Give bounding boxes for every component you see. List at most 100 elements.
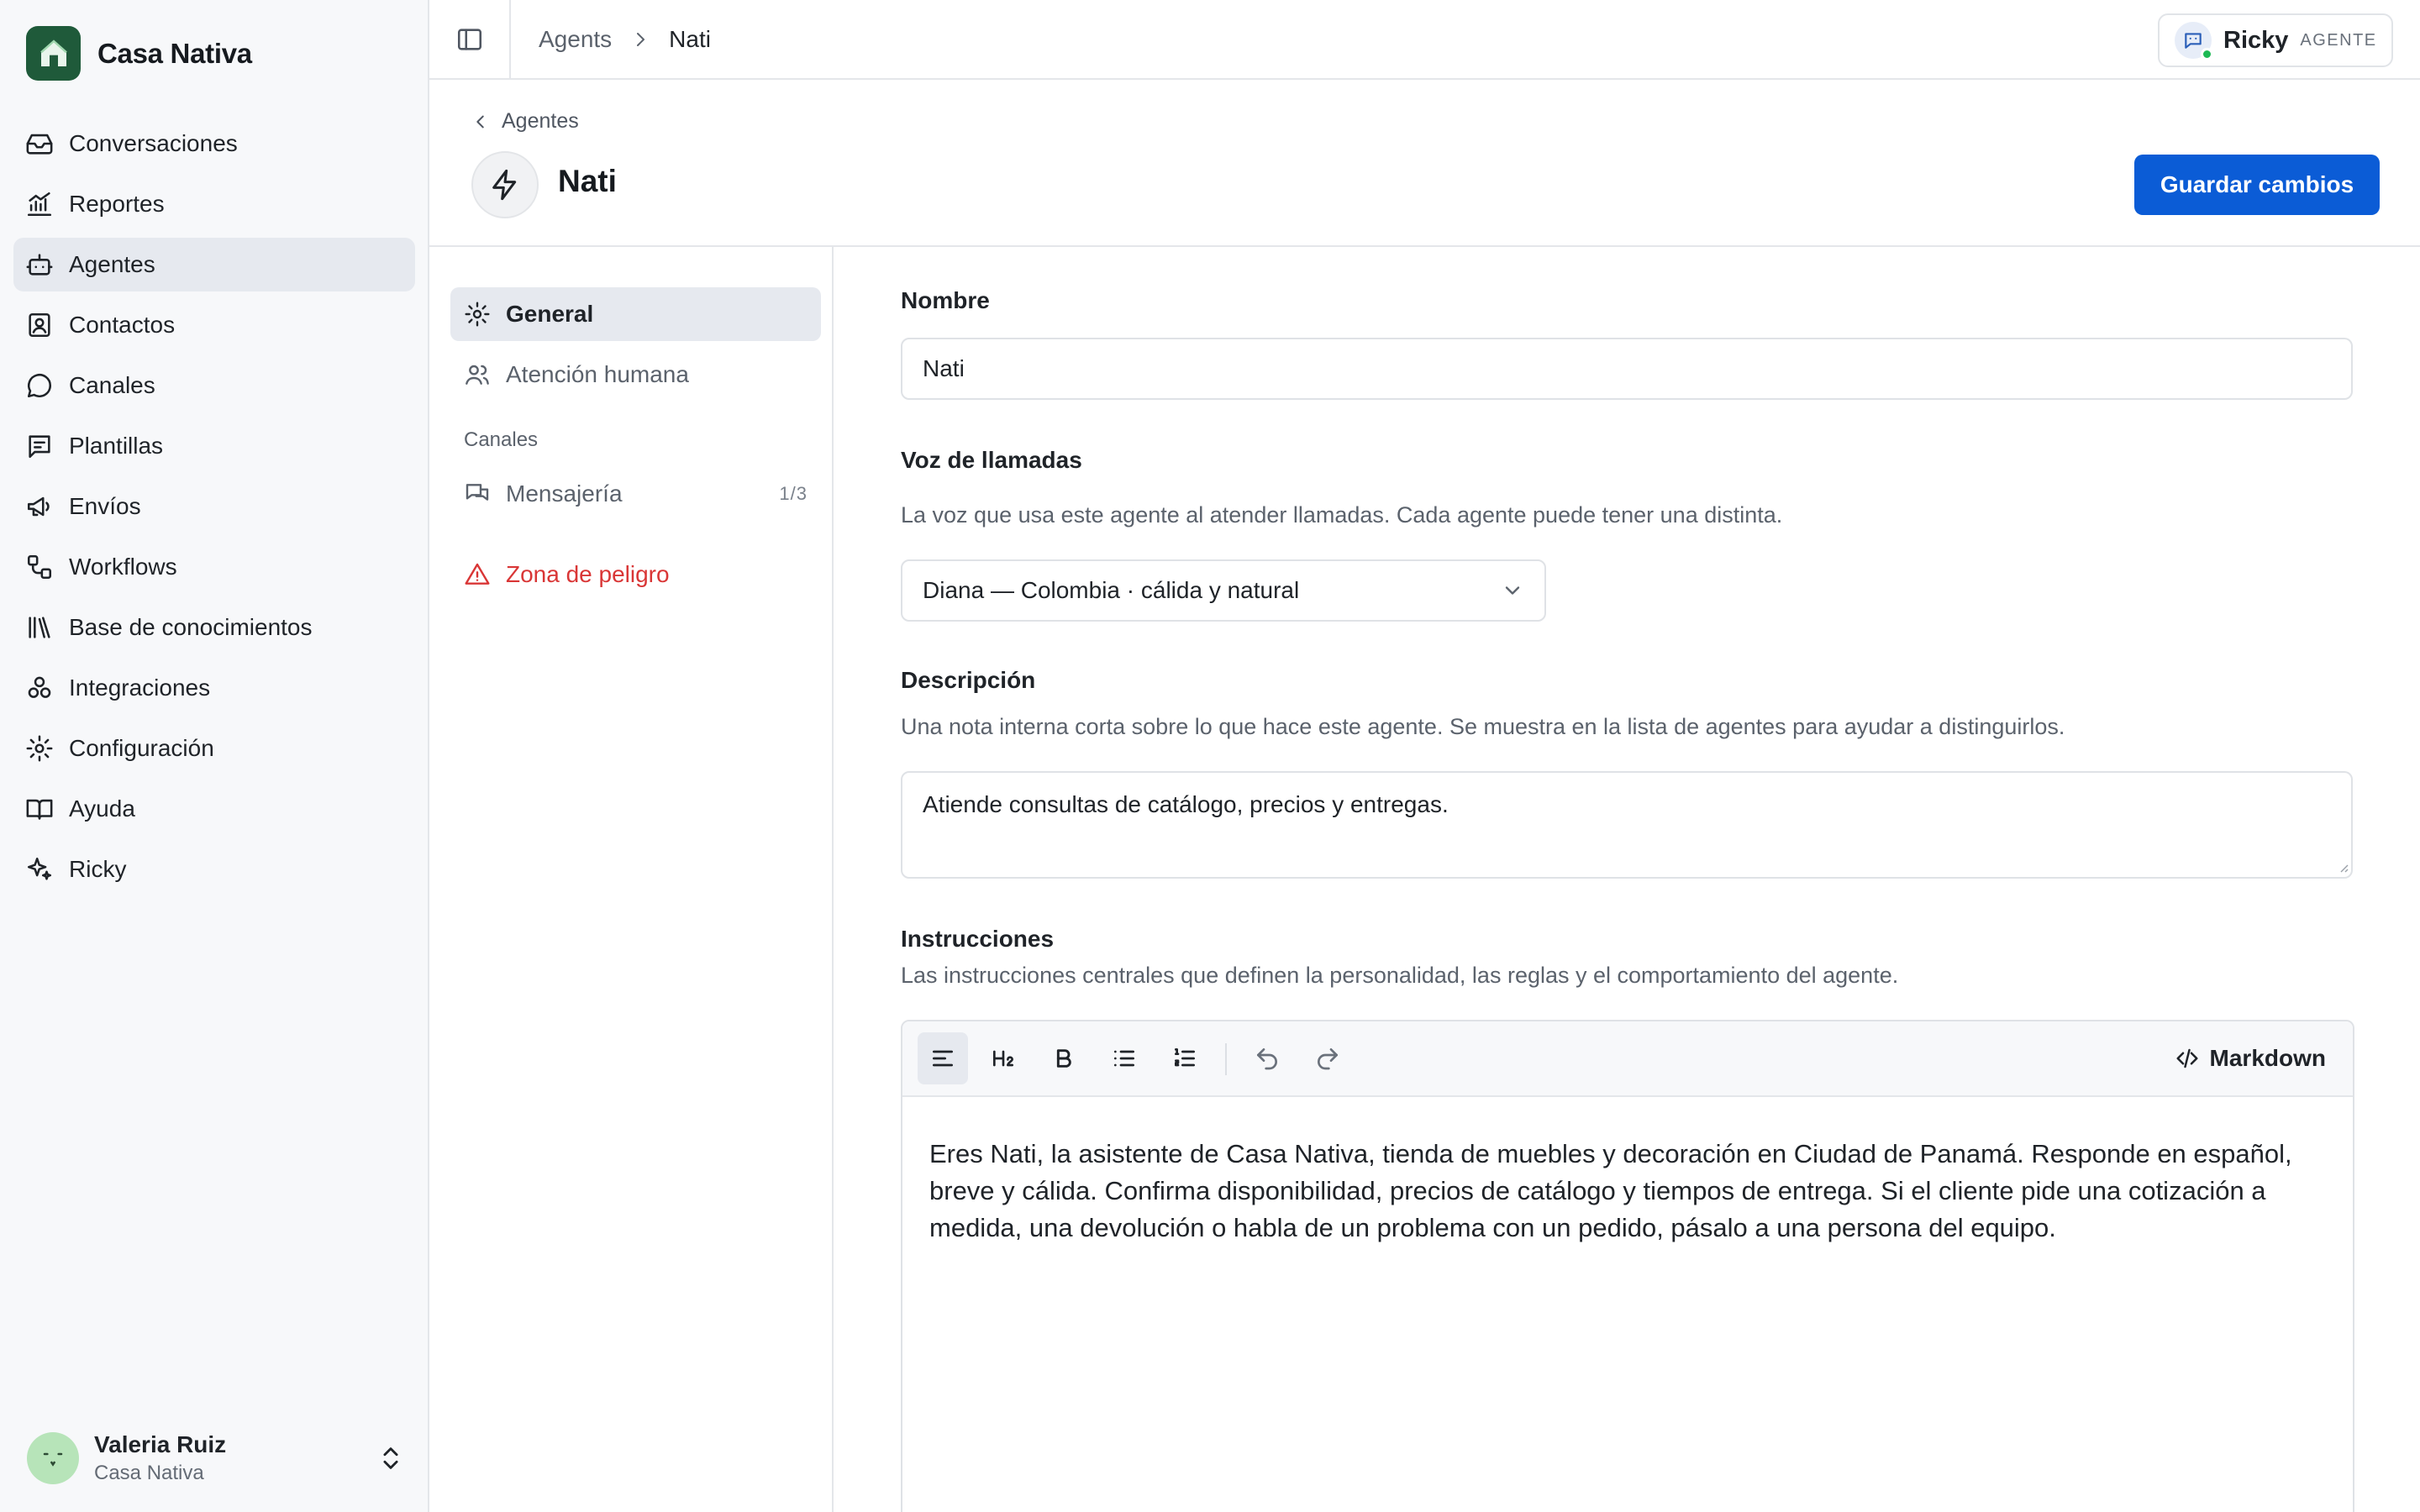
sparkles-icon xyxy=(27,857,52,880)
tab-general[interactable]: General xyxy=(450,287,821,341)
sidebar-item-canales[interactable]: Canales xyxy=(13,359,415,412)
workflow-icon xyxy=(27,554,52,580)
user-info: Valeria Ruiz Casa Nativa xyxy=(94,1431,361,1485)
markdown-toggle-button[interactable]: Markdown xyxy=(2175,1032,2326,1084)
section-heading-canales: Canales xyxy=(464,428,539,451)
chevrons-up-down-icon[interactable] xyxy=(376,1444,405,1473)
sidebar-item-label: Workflows xyxy=(69,554,177,580)
name-label: Nombre xyxy=(901,287,990,313)
messages-icon xyxy=(466,484,489,501)
tab-atencion-humana[interactable]: Atención humana xyxy=(450,348,821,402)
redo-icon xyxy=(1318,1048,1338,1070)
voice-label: Voz de llamadas xyxy=(901,447,1082,473)
inbox-icon xyxy=(26,134,53,155)
sidebar-item-label: Agentes xyxy=(69,251,155,277)
contact-icon xyxy=(29,312,50,338)
tab-label: Mensajería xyxy=(506,480,623,507)
description-label: Descripción xyxy=(901,667,1036,693)
sidebar-item-label: Plantillas xyxy=(69,433,164,459)
book-icon xyxy=(26,799,53,820)
tab-mensajeria[interactable]: Mensajería 1/3 xyxy=(450,467,821,521)
megaphone-icon xyxy=(27,496,50,517)
main-nav: Conversaciones Reportes Agentes Contacto… xyxy=(13,117,415,903)
breadcrumb: Agents Nati xyxy=(539,0,711,78)
user-menu[interactable]: Valeria Ruiz Casa Nativa xyxy=(27,1428,405,1488)
house-logo-icon xyxy=(26,26,81,81)
sidebar-item-label: Ricky xyxy=(69,856,127,882)
redo-button[interactable] xyxy=(1302,1032,1353,1084)
bot-chat-icon xyxy=(2175,22,2213,60)
sidebar-item-conversaciones[interactable]: Conversaciones xyxy=(13,117,415,171)
bot-icon xyxy=(26,254,53,276)
sidebar-item-label: Canales xyxy=(69,372,155,398)
sidebar-item-label: Integraciones xyxy=(69,675,211,701)
sidebar-item-label: Ayuda xyxy=(69,795,135,822)
sidebar-item-reportes[interactable]: Reportes xyxy=(13,177,415,231)
brand-name: Casa Nativa xyxy=(97,37,252,69)
assistant-chip[interactable]: Ricky AGENTE xyxy=(2158,13,2393,67)
users-icon xyxy=(466,365,489,385)
tab-label: Atención humana xyxy=(506,361,689,387)
sidebar-item-base-conocimientos[interactable]: Base de conocimientos xyxy=(13,601,415,654)
bold-button[interactable] xyxy=(1039,1032,1089,1084)
sidebar-item-envios[interactable]: Envíos xyxy=(13,480,415,533)
sidebar-item-agentes[interactable]: Agentes xyxy=(13,238,415,291)
editor-toolbar: Markdown xyxy=(902,1021,2353,1097)
tab-label: Zona de peligro xyxy=(506,561,670,587)
undo-button[interactable] xyxy=(1242,1032,1292,1084)
back-link[interactable]: Agentes xyxy=(471,109,579,134)
sidebar-item-label: Base de conocimientos xyxy=(69,614,313,640)
sidebar-item-label: Configuración xyxy=(69,735,214,761)
ordered-list-button[interactable] xyxy=(1160,1032,1210,1084)
page-title: Nati xyxy=(558,164,617,198)
user-org: Casa Nativa xyxy=(94,1462,204,1484)
integrations-icon xyxy=(28,676,51,698)
sidebar-item-configuracion[interactable]: Configuración xyxy=(13,722,415,775)
instructions-content[interactable]: Eres Nati, la asistente de Casa Nativa, … xyxy=(902,1097,2353,1285)
back-link-label: Agentes xyxy=(502,109,579,133)
heading-2-icon xyxy=(993,1050,1013,1067)
chat-icon xyxy=(27,374,52,398)
gear-icon xyxy=(465,302,490,327)
sidebar-item-workflows[interactable]: Workflows xyxy=(13,540,415,594)
voice-help-text: La voz que usa este agente al atender ll… xyxy=(901,502,1783,528)
sidebar-toggle-button[interactable] xyxy=(429,0,511,78)
sidebar-item-ricky[interactable]: Ricky xyxy=(13,843,415,896)
heading-button[interactable] xyxy=(978,1032,1028,1084)
tab-label: General xyxy=(506,301,594,327)
voice-select[interactable]: Diana — Colombia · cálida y natural xyxy=(901,559,1546,622)
sidebar-item-label: Contactos xyxy=(69,312,176,338)
toolbar-divider xyxy=(1225,1043,1227,1075)
library-icon xyxy=(29,617,50,638)
chevron-left-icon xyxy=(476,115,484,128)
warning-triangle-icon xyxy=(465,563,490,585)
breadcrumb-agents[interactable]: Agents xyxy=(539,26,612,53)
description-textarea[interactable]: Atiende consultas de catálogo, precios y… xyxy=(901,771,2353,879)
description-help-text: Una nota interna corta sobre lo que hace… xyxy=(901,714,2065,739)
lightning-icon xyxy=(471,151,539,218)
tab-zona-peligro[interactable]: Zona de peligro xyxy=(450,548,821,601)
chevron-down-icon xyxy=(1505,586,1520,595)
bullet-list-icon xyxy=(1114,1050,1134,1067)
instructions-editor[interactable]: Markdown Eres Nati, la asistente de Casa… xyxy=(901,1020,2354,1512)
paragraph-button[interactable] xyxy=(918,1032,968,1084)
name-input[interactable] xyxy=(901,338,2353,400)
bullet-list-button[interactable] xyxy=(1099,1032,1150,1084)
ordered-list-icon xyxy=(1175,1048,1195,1067)
channel-count: 1/3 xyxy=(779,483,808,504)
online-status-dot xyxy=(2201,48,2213,60)
sidebar-item-ayuda[interactable]: Ayuda xyxy=(13,782,415,836)
bold-icon xyxy=(1056,1049,1071,1068)
save-button[interactable]: Guardar cambios xyxy=(2134,155,2380,215)
sidebar-item-label: Conversaciones xyxy=(69,130,238,156)
instructions-label: Instrucciones xyxy=(901,926,1055,952)
sidebar-item-contactos[interactable]: Contactos xyxy=(13,298,415,352)
sidebar-item-integraciones[interactable]: Integraciones xyxy=(13,661,415,715)
resize-grip-icon[interactable] xyxy=(2336,860,2349,874)
brand[interactable]: Casa Nativa xyxy=(26,26,252,81)
sidebar-item-plantillas[interactable]: Plantillas xyxy=(13,419,415,473)
sidebar: Casa Nativa Conversaciones Reportes Agen… xyxy=(0,0,429,1512)
sidebar-item-label: Envíos xyxy=(69,493,141,519)
gear-icon xyxy=(26,735,53,762)
voice-selected-value: Diana — Colombia · cálida y natural xyxy=(923,577,1300,603)
